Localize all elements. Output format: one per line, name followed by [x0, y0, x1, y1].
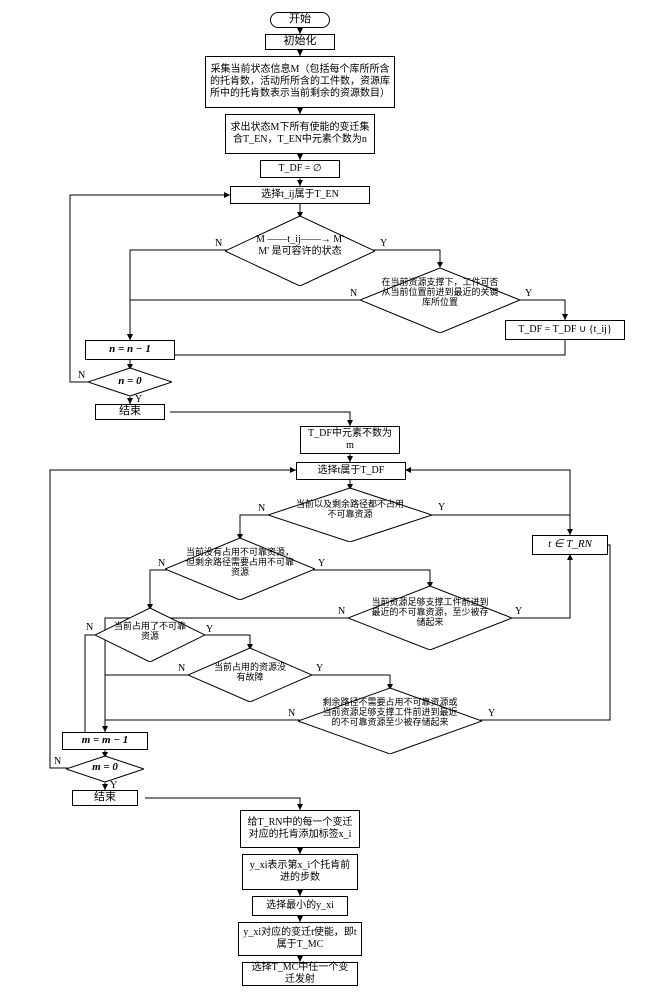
select-tij-box: 选择t_ij属于T_EN	[230, 186, 370, 204]
init-box: 初始化	[265, 34, 335, 50]
decision-support: 当前资源足够支撑工件前进到最近的不可靠资源，至少被存储起来	[348, 586, 512, 650]
collect-box: 采集当前状态信息M（包括每个库所所含的托肯数，活动所所含的工件数，资源库所中的托…	[205, 56, 395, 108]
label-n: N	[288, 708, 295, 719]
decision-fault: 当前占用的资源没有故障	[188, 648, 312, 702]
label-y: Y	[206, 624, 213, 635]
label-y: Y	[525, 288, 532, 299]
label-y: Y	[515, 606, 522, 617]
d1-line1: M ——t_ij——→ M'	[225, 234, 375, 246]
decision-n-zero: n = 0	[88, 368, 172, 396]
select-min-box: 选择最小的y_xi	[252, 896, 348, 916]
flowchart-container: 开始 初始化 采集当前状态信息M（包括每个库所所含的托肯数，活动所所含的工件数，…	[10, 10, 635, 990]
label-n: N	[54, 756, 61, 767]
fire-box: 选择T_MC中任一个变迁发射	[242, 962, 358, 986]
decision-curr-none: 当前没有占用不可靠资源，但剩余路径需要占用不可靠资源	[165, 538, 315, 600]
end1-box: 结束	[95, 404, 165, 420]
label-y: Y	[488, 708, 495, 719]
label-n: N	[86, 622, 93, 633]
t-trn-box: t ∈ T_RN	[532, 535, 608, 555]
n-minus-box: n = n − 1	[85, 340, 175, 360]
yxi-def-box: y_xi表示第x_i个托肯前进的步数	[242, 854, 358, 890]
label-n: N	[350, 288, 357, 299]
label-y: Y	[316, 663, 323, 674]
decision-remain: 剩余路径不需要占用不可靠资源或当前资源足够支撑工件前进到最近的不可靠资源至少被存…	[298, 688, 482, 754]
tdf-empty-box: T_DF = ∅	[260, 160, 340, 178]
d1-line2: M' 是可容许的状态	[225, 246, 375, 258]
tdf-union-box: T_DF = T_DF ∪ {t_ij}	[505, 320, 625, 340]
label-x-box: 给T_RN中的每一个变迁对应的托肯添加标签x_i	[240, 810, 360, 848]
label-n: N	[78, 370, 85, 381]
label-n: N	[178, 663, 185, 674]
decision-key-place: 在当前资源支撑下，工件可否从当前位置前进到最近的关键库所位置	[360, 268, 520, 333]
solve-box: 求出状态M下所有使能的变迁集合T_EN，T_EN中元素个数为n	[225, 114, 375, 154]
label-y: Y	[318, 558, 325, 569]
end2-box: 结束	[72, 790, 138, 806]
m-minus-box: m = m − 1	[62, 732, 148, 750]
label-y: Y	[110, 780, 117, 791]
label-n: N	[338, 606, 345, 617]
decision-m-admissible: M ——t_ij——→ M' M' 是可容许的状态	[225, 216, 375, 286]
select-t-box: 选择t属于T_DF	[296, 462, 406, 480]
label-n: N	[215, 238, 222, 249]
tdf-m-box: T_DF中元素不数为m	[300, 426, 400, 454]
decision-path: 当前以及剩余路径都不占用不可靠资源	[268, 488, 432, 542]
decision-m-zero: m = 0	[66, 756, 144, 782]
start-terminal: 开始	[270, 12, 330, 28]
label-n: N	[158, 558, 165, 569]
label-n: N	[258, 503, 265, 514]
label-y: Y	[380, 238, 387, 249]
yxi-t-box: y_xi对应的变迁t使能，即t属于T_MC	[238, 922, 362, 956]
label-y: Y	[135, 394, 142, 405]
label-y: Y	[438, 502, 445, 513]
